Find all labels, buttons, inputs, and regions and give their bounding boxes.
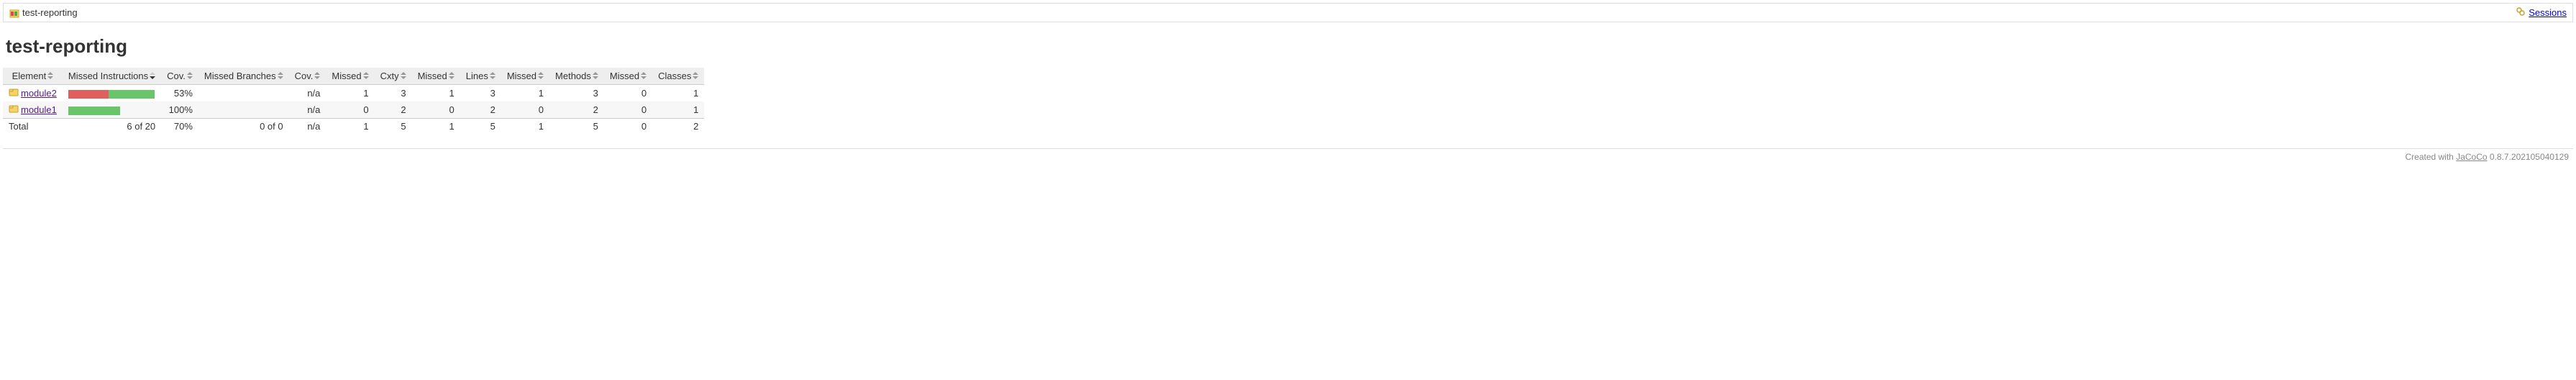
- missed-cxty: 1: [326, 85, 374, 102]
- col-classes[interactable]: Classes: [652, 68, 704, 85]
- cov-branches: n/a: [289, 85, 326, 102]
- breadcrumb-left: test-reporting: [9, 7, 78, 18]
- missed-methods: 1: [501, 85, 549, 102]
- total-cov-instr: 70%: [161, 119, 198, 135]
- footer-separator: [3, 148, 2573, 149]
- total-missed-branches: 0 of 0: [198, 119, 289, 135]
- coverage-bar-cell: [63, 101, 161, 119]
- missed-branches-bar: [198, 85, 289, 102]
- table-row-total: Total 6 of 20 70% 0 of 0 n/a 1 5 1 5 1 5…: [3, 119, 704, 135]
- col-lines[interactable]: Lines: [460, 68, 501, 85]
- coverage-bar-cell: [63, 85, 161, 102]
- missed-methods: 0: [501, 101, 549, 119]
- col-missed-instructions[interactable]: Missed Instructions: [63, 68, 161, 85]
- classes: 1: [652, 85, 704, 102]
- col-cxty[interactable]: Cxty: [375, 68, 412, 85]
- missed-classes: 0: [604, 85, 652, 102]
- total-label: Total: [3, 119, 63, 135]
- col-missed-lines[interactable]: Missed: [412, 68, 460, 85]
- total-methods: 5: [549, 119, 604, 135]
- footer-jacoco-link[interactable]: JaCoCo: [2456, 152, 2487, 162]
- breadcrumb-title: test-reporting: [22, 7, 78, 18]
- lines: 3: [460, 85, 501, 102]
- cov-instr: 53%: [161, 85, 198, 102]
- col-missed-classes[interactable]: Missed: [604, 68, 652, 85]
- total-missed-cxty: 1: [326, 119, 374, 135]
- total-missed-classes: 0: [604, 119, 652, 135]
- coverage-bar-covered: [109, 90, 155, 99]
- total-lines: 5: [460, 119, 501, 135]
- footer-version: 0.8.7.202105040129: [2488, 152, 2569, 162]
- table-row: module1100%n/a02020201: [3, 101, 704, 119]
- page-title: test-reporting: [6, 35, 2570, 58]
- col-element[interactable]: Element: [3, 68, 63, 85]
- module-link[interactable]: module1: [21, 104, 57, 115]
- footer-prefix: Created with: [2405, 152, 2456, 162]
- missed-branches-bar: [198, 101, 289, 119]
- col-cov-branches[interactable]: Cov.: [289, 68, 326, 85]
- classes: 1: [652, 101, 704, 119]
- coverage-bar: [68, 107, 155, 115]
- sessions-link[interactable]: Sessions: [2529, 7, 2567, 18]
- methods: 2: [549, 101, 604, 119]
- col-cov-instructions[interactable]: Cov.: [161, 68, 198, 85]
- coverage-bar-covered: [68, 107, 120, 115]
- table-row: module253%n/a13131301: [3, 85, 704, 102]
- lines: 2: [460, 101, 501, 119]
- package-icon: [9, 104, 19, 116]
- total-missed-instr: 6 of 20: [63, 119, 161, 135]
- col-missed-branches[interactable]: Missed Branches: [198, 68, 289, 85]
- total-missed-methods: 1: [501, 119, 549, 135]
- module-link[interactable]: module2: [21, 88, 57, 99]
- total-cxty: 5: [375, 119, 412, 135]
- coverage-bar-missed: [68, 90, 109, 99]
- cxty: 3: [375, 85, 412, 102]
- breadcrumb-right: Sessions: [2516, 6, 2567, 19]
- cov-instr: 100%: [161, 101, 198, 119]
- breadcrumb: test-reporting Sessions: [3, 3, 2573, 22]
- cov-branches: n/a: [289, 101, 326, 119]
- element-cell: module2: [3, 85, 63, 102]
- sessions-icon: [2516, 6, 2526, 19]
- col-missed-methods[interactable]: Missed: [501, 68, 549, 85]
- total-classes: 2: [652, 119, 704, 135]
- total-cov-branches: n/a: [289, 119, 326, 135]
- element-cell: module1: [3, 101, 63, 119]
- missed-lines: 0: [412, 101, 460, 119]
- methods: 3: [549, 85, 604, 102]
- total-missed-lines: 1: [412, 119, 460, 135]
- col-methods[interactable]: Methods: [549, 68, 604, 85]
- coverage-bar: [68, 90, 155, 99]
- missed-classes: 0: [604, 101, 652, 119]
- coverage-table: Element Missed Instructions Cov. Missed …: [3, 68, 704, 134]
- cxty: 2: [375, 101, 412, 119]
- package-icon: [9, 87, 19, 99]
- footer: Created with JaCoCo 0.8.7.202105040129: [0, 152, 2569, 162]
- missed-cxty: 0: [326, 101, 374, 119]
- col-missed-cxty[interactable]: Missed: [326, 68, 374, 85]
- report-icon: [9, 8, 19, 18]
- missed-lines: 1: [412, 85, 460, 102]
